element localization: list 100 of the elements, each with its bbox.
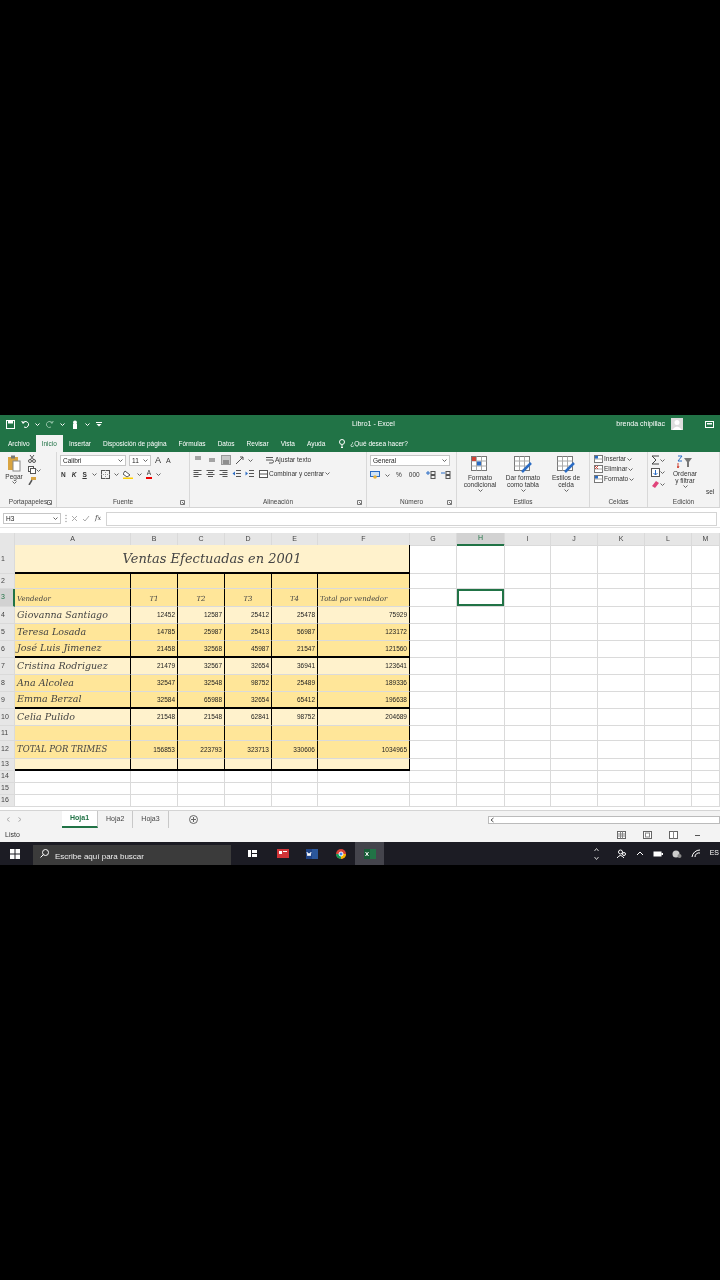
selected-cell[interactable] — [457, 589, 505, 607]
task-view-icon — [247, 848, 260, 859]
delete-cells-icon — [594, 465, 603, 473]
decrease-decimal-icon[interactable] — [440, 471, 451, 479]
format-painter-icon[interactable] — [28, 477, 36, 485]
empty-cell — [457, 795, 505, 807]
empty-cell — [410, 795, 457, 807]
autosum-icon[interactable] — [651, 455, 660, 465]
empty-cell — [131, 783, 178, 795]
empty-cell — [692, 709, 720, 726]
scroll-chevrons-icon[interactable] — [593, 846, 599, 861]
empty-cell — [505, 783, 551, 795]
empty-cell — [551, 574, 598, 589]
borders-icon[interactable] — [100, 470, 110, 479]
caret-icon — [660, 482, 665, 486]
people-icon[interactable] — [616, 848, 627, 859]
empty-cell — [692, 675, 720, 692]
touch-mode-icon[interactable] — [71, 419, 79, 429]
dialog-launcher-icon[interactable] — [357, 500, 362, 505]
align-right-icon[interactable] — [219, 469, 228, 478]
empty-cell — [645, 624, 692, 641]
align-left-icon[interactable] — [193, 469, 202, 478]
empty-cell — [598, 545, 645, 574]
ribbon-display-icon[interactable] — [705, 420, 714, 428]
caret-icon — [520, 489, 526, 493]
caret-icon — [85, 422, 90, 426]
dialog-launcher-icon[interactable] — [447, 500, 452, 505]
empty-cell — [692, 759, 720, 771]
empty-cell — [505, 607, 551, 624]
fill-down-icon[interactable] — [651, 468, 660, 477]
horizontal-scrollbar[interactable] — [488, 815, 720, 824]
currency-icon[interactable] — [370, 471, 380, 479]
empty-cell — [645, 726, 692, 741]
insert-cells-icon — [594, 455, 603, 463]
caret-icon — [248, 458, 253, 462]
empty-cell — [505, 624, 551, 641]
scroll-left-icon[interactable] — [489, 816, 496, 823]
page-break-view-icon[interactable] — [669, 831, 678, 839]
empty-cell — [225, 771, 272, 783]
wifi-icon[interactable] — [690, 848, 701, 859]
caret-icon — [385, 473, 390, 477]
page-layout-view-icon[interactable] — [643, 831, 652, 839]
empty-cell — [131, 795, 178, 807]
dialog-launcher-icon[interactable] — [47, 500, 52, 505]
caret-icon — [143, 459, 148, 462]
empty-cell — [598, 759, 645, 771]
empty-cell — [598, 692, 645, 709]
sheet-title: Ventas Efectuadas en 2001 — [15, 545, 410, 574]
cut-icon[interactable] — [28, 455, 36, 463]
decrease-indent-icon[interactable] — [232, 469, 241, 478]
add-sheet-icon[interactable] — [188, 815, 198, 824]
grow-font-button[interactable]: A — [154, 455, 162, 466]
empty-cell — [457, 641, 505, 658]
empty-cell — [457, 741, 505, 759]
empty-cell — [598, 675, 645, 692]
orientation-icon[interactable] — [235, 455, 244, 465]
merge-cells-icon — [259, 469, 268, 478]
dialog-launcher-icon[interactable] — [180, 500, 185, 505]
empty-cell — [551, 545, 598, 574]
empty-cell — [645, 641, 692, 658]
taskbar-search-field[interactable]: Escribe aquí para buscar — [33, 845, 231, 865]
empty-cell — [178, 771, 225, 783]
empty-cell — [457, 607, 505, 624]
empty-cell — [505, 641, 551, 658]
empty-cell — [692, 658, 720, 675]
empty-cell — [645, 692, 692, 709]
wrap-text-icon — [266, 456, 274, 464]
undo-icon[interactable] — [21, 420, 29, 428]
caret-icon — [660, 471, 665, 474]
empty-cell — [598, 795, 645, 807]
caret-icon — [60, 422, 65, 426]
normal-view-icon[interactable] — [617, 831, 626, 839]
copy-icon[interactable] — [28, 466, 36, 474]
network-icon[interactable] — [671, 848, 682, 859]
caret-icon — [442, 459, 447, 462]
empty-cell — [551, 759, 598, 771]
increase-decimal-icon[interactable] — [425, 471, 436, 479]
empty-cell — [598, 624, 645, 641]
formula-input[interactable] — [106, 511, 717, 526]
eraser-icon[interactable] — [651, 480, 660, 488]
cell-styles-icon — [557, 456, 575, 473]
save-icon[interactable] — [6, 419, 15, 429]
customize-toolbar-icon[interactable] — [96, 421, 102, 427]
empty-cell — [551, 607, 598, 624]
empty-cell — [551, 726, 598, 741]
empty-cell — [505, 675, 551, 692]
align-center-icon[interactable] — [206, 469, 215, 478]
empty-cell — [551, 771, 598, 783]
increase-indent-icon[interactable] — [245, 469, 254, 478]
redo-icon[interactable] — [46, 420, 54, 428]
fill-color-icon[interactable] — [122, 470, 133, 479]
empty-cell — [645, 741, 692, 759]
caret-icon — [118, 459, 123, 462]
clipboard-icon — [7, 455, 21, 472]
caret-icon — [682, 485, 688, 489]
empty-cell — [692, 607, 720, 624]
caret-icon — [563, 489, 569, 493]
empty-cell — [551, 641, 598, 658]
empty-cell — [505, 692, 551, 709]
zoom-out-icon[interactable] — [695, 833, 700, 837]
